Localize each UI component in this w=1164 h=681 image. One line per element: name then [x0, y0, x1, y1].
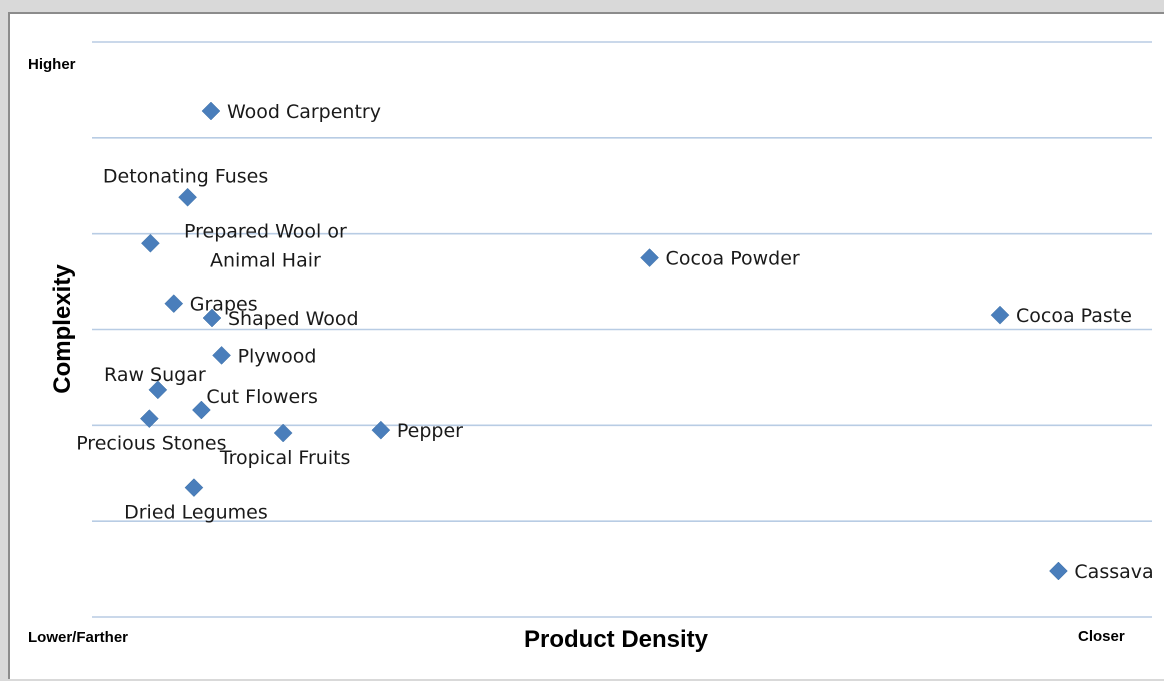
- data-label: Cocoa Paste: [1016, 305, 1132, 327]
- scatter-chart: Wood Carpentry Detonating Fuses Prepared W…: [28, 41, 1154, 653]
- x-axis-title: Product Density: [524, 626, 709, 653]
- data-point-marker: [164, 294, 184, 313]
- data-point-marker: [212, 346, 231, 365]
- data-label: Tropical Fruits: [219, 447, 351, 469]
- data-point-marker: [141, 233, 160, 253]
- data-point-marker: [178, 187, 197, 207]
- x-high-label: Closer: [1078, 628, 1125, 645]
- data-label: Cassava: [1074, 561, 1153, 583]
- data-point-marker: [640, 248, 659, 267]
- data-label: Dried Legumes: [124, 502, 268, 524]
- data-points: [139, 101, 1068, 581]
- data-label: Detonating Fuses: [103, 165, 268, 187]
- data-label: Cocoa Powder: [666, 248, 800, 270]
- y-axis-title: Complexity: [49, 264, 76, 394]
- data-label: Pepper: [397, 420, 463, 442]
- data-point-marker: [1049, 561, 1068, 581]
- data-point-marker: [371, 420, 391, 440]
- data-point-marker: [273, 423, 293, 443]
- data-point-marker: [990, 305, 1010, 325]
- data-label: Raw Sugar: [104, 364, 206, 386]
- data-label: Prepared Wool or: [184, 220, 347, 242]
- y-high-label: Higher: [28, 56, 76, 73]
- data-labels: Wood Carpentry Detonating Fuses Prepared W…: [76, 101, 1153, 583]
- data-label: Precious Stones: [76, 433, 226, 455]
- data-point-marker: [184, 478, 204, 497]
- data-label: Plywood: [238, 345, 317, 367]
- chart-frame: Wood Carpentry Detonating Fuses Prepared W…: [8, 12, 1164, 679]
- data-label: Cut Flowers: [206, 386, 318, 408]
- data-label: Wood Carpentry: [227, 101, 381, 123]
- x-low-label: Lower/Farther: [28, 629, 128, 646]
- data-point-marker: [201, 101, 221, 121]
- data-label: Shaped Wood: [228, 308, 359, 330]
- data-label: Animal Hair: [210, 249, 321, 271]
